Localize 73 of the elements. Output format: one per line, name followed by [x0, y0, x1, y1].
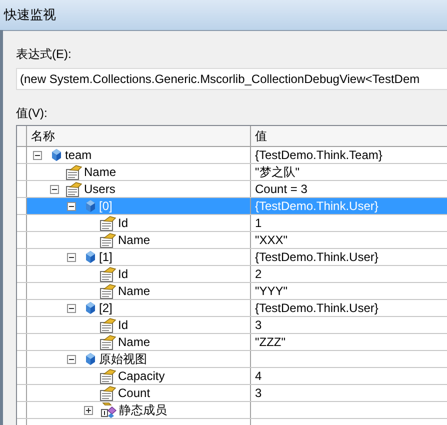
cube-icon: [86, 353, 94, 365]
property-card-icon: [66, 182, 82, 196]
expression-field[interactable]: (new System.Collections.Generic.Mscorlib_CollectionDebugView<TestDem: [16, 68, 447, 90]
item-name: [2]: [99, 300, 112, 317]
item-value: 1: [255, 215, 262, 232]
expression-label: 表达式(E):: [16, 46, 72, 63]
collapse-icon[interactable]: [50, 184, 59, 194]
item-value: 3: [255, 385, 262, 402]
item-name: Name: [118, 334, 150, 351]
cube-icon: [86, 251, 94, 263]
tree-row[interactable]: Count 3: [17, 385, 447, 402]
item-name: [0]: [99, 198, 112, 215]
item-name: [1]: [99, 249, 112, 266]
tree-row[interactable]: [1] {TestDemo.Think.User}: [17, 249, 447, 266]
tree-row[interactable]: Id 1: [17, 215, 447, 232]
cube-icon: [86, 200, 94, 212]
item-value: 2: [255, 266, 262, 283]
item-name: 静态成员: [119, 402, 167, 419]
collapse-icon[interactable]: [67, 354, 76, 364]
tree-row[interactable]: Name "XXX": [17, 232, 447, 249]
item-value: 3: [255, 317, 262, 334]
item-name: Id: [118, 266, 128, 283]
item-value: Count = 3: [255, 181, 308, 198]
collapse-icon[interactable]: [67, 202, 76, 210]
column-header[interactable]: 名称: [27, 126, 251, 146]
item-value: "YYY": [255, 283, 288, 300]
tree-row[interactable]: Capacity 4: [17, 368, 447, 385]
item-name: Capacity: [118, 368, 165, 385]
tree-row[interactable]: Id 2: [17, 266, 447, 283]
tree-row[interactable]: Name "YYY": [17, 283, 447, 300]
tree-row[interactable]: Name "梦之队": [17, 164, 447, 181]
static-members-icon: [100, 402, 117, 418]
tree-row[interactable]: 原始视图: [17, 351, 447, 368]
item-name: Id: [118, 215, 128, 232]
cube-icon: [52, 149, 60, 161]
item-name: Name: [118, 283, 150, 300]
item-value: 4: [255, 368, 262, 385]
item-name: Name: [118, 232, 150, 249]
property-card-icon: [100, 318, 116, 332]
value-label: 值(V):: [16, 105, 48, 122]
item-value: {TestDemo.Think.User}: [255, 198, 378, 215]
item-name: Users: [84, 181, 116, 198]
property-card-icon: [100, 386, 116, 400]
property-card-icon: [100, 216, 116, 230]
collapse-icon[interactable]: [67, 252, 76, 262]
window-title: 快速监视: [4, 6, 56, 24]
item-name: Count: [118, 385, 150, 402]
tree-row[interactable]: 静态成员: [17, 402, 447, 419]
property-card-icon: [100, 232, 116, 248]
tree-row[interactable]: team {TestDemo.Think.Team}: [17, 147, 447, 164]
item-value: {TestDemo.Think.User}: [255, 249, 378, 266]
item-name: Id: [118, 317, 128, 334]
collapse-icon[interactable]: [33, 150, 42, 160]
cube-icon: [86, 302, 94, 314]
collapse-icon[interactable]: [67, 304, 76, 312]
item-value: "梦之队": [255, 164, 300, 181]
item-value: {TestDemo.Think.User}: [255, 300, 378, 317]
item-value: {TestDemo.Think.Team}: [255, 147, 382, 164]
item-name: 原始视图: [99, 351, 147, 368]
tree-row[interactable]: Id 3: [17, 317, 447, 334]
tree-row[interactable]: [2] {TestDemo.Think.User}: [17, 300, 447, 317]
property-card-icon: [66, 164, 82, 180]
item-name: Name: [84, 164, 116, 181]
property-card-icon: [100, 266, 116, 282]
item-value: "XXX": [255, 232, 288, 249]
property-card-icon: [100, 368, 116, 384]
expand-icon[interactable]: [84, 406, 93, 414]
tree-row[interactable]: Name "ZZZ": [17, 334, 447, 351]
property-card-icon: [100, 284, 116, 298]
item-value: "ZZZ": [255, 334, 286, 351]
column-header[interactable]: 值: [251, 126, 447, 146]
item-name: team: [65, 147, 92, 164]
property-card-icon: [100, 334, 116, 350]
